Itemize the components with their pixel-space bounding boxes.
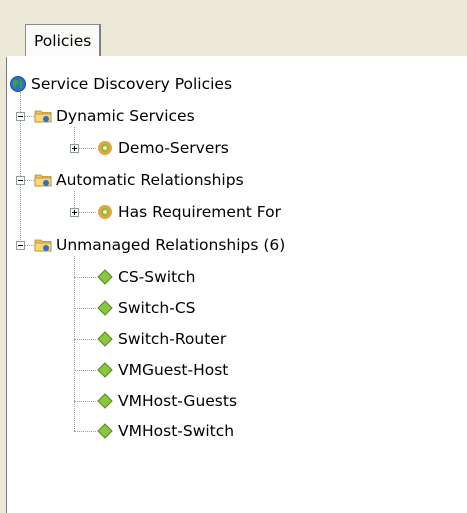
diamond-icon	[97, 362, 113, 378]
diamond-icon	[97, 300, 113, 316]
tree-node-vmhost-guests[interactable]: VMHost-Guests	[96, 389, 237, 413]
tree-node-label: VMGuest-Host	[118, 361, 229, 379]
tree-connector	[74, 401, 96, 402]
expand-demo-servers-toggle[interactable]	[70, 144, 79, 153]
folder-icon	[34, 110, 52, 123]
diamond-icon	[97, 331, 113, 347]
tree-node-label: Switch-CS	[118, 299, 196, 317]
tree-node-demo-servers[interactable]: Demo-Servers	[96, 136, 229, 160]
tree-connector	[74, 370, 96, 371]
tree-node-has-requirement-for[interactable]: Has Requirement For	[96, 200, 281, 224]
tree-node-label: Service Discovery Policies	[31, 75, 233, 93]
folder-icon	[34, 239, 52, 252]
tree-node-automatic-relationships[interactable]: Automatic Relationships	[34, 168, 244, 192]
folder-icon	[34, 174, 52, 187]
diamond-icon	[97, 393, 113, 409]
tree-node-label: Demo-Servers	[118, 139, 229, 157]
tree-node-label: VMHost-Switch	[118, 422, 235, 440]
tree-node-label: VMHost-Guests	[118, 392, 238, 410]
tree-connector	[74, 308, 96, 309]
tree-node-vmhost-switch[interactable]: VMHost-Switch	[96, 419, 234, 443]
collapse-dynamic-services-toggle[interactable]	[16, 112, 25, 121]
tree-node-label: Unmanaged Relationships (6)	[56, 236, 286, 254]
tree-node-label: Automatic Relationships	[56, 171, 244, 189]
tree-connector	[74, 277, 96, 278]
tree-node-dynamic-services[interactable]: Dynamic Services	[34, 104, 195, 128]
tree-node-label: CS-Switch	[118, 268, 196, 286]
collapse-automatic-relationships-toggle[interactable]	[16, 176, 25, 185]
tree-node-service-discovery-policies[interactable]: Service Discovery Policies	[9, 72, 232, 96]
diamond-icon	[97, 269, 113, 285]
policies-window: Policies Service Discovery Policies Dyna…	[0, 0, 467, 513]
tree-node-vmguest-host[interactable]: VMGuest-Host	[96, 358, 228, 382]
policies-tree-panel: Service Discovery Policies Dynamic Servi…	[6, 56, 467, 513]
tree-node-label: Dynamic Services	[56, 107, 195, 125]
tree-node-label: Has Requirement For	[118, 203, 281, 221]
gear-icon	[98, 141, 112, 155]
tree-node-switch-cs[interactable]: Switch-CS	[96, 296, 196, 320]
tab-policies[interactable]: Policies	[25, 24, 102, 56]
tree-connector	[74, 256, 75, 431]
tree-node-label: Switch-Router	[118, 330, 227, 348]
globe-icon	[10, 76, 26, 92]
tree-connector	[74, 431, 96, 432]
tree-node-switch-router[interactable]: Switch-Router	[96, 327, 226, 351]
tree-node-unmanaged-relationships[interactable]: Unmanaged Relationships (6)	[34, 233, 285, 257]
tree-node-cs-switch[interactable]: CS-Switch	[96, 265, 196, 289]
expand-has-requirement-for-toggle[interactable]	[70, 208, 79, 217]
collapse-unmanaged-relationships-toggle[interactable]	[16, 241, 25, 250]
gear-icon	[98, 205, 112, 219]
diamond-icon	[97, 423, 113, 439]
tree-connector	[74, 339, 96, 340]
